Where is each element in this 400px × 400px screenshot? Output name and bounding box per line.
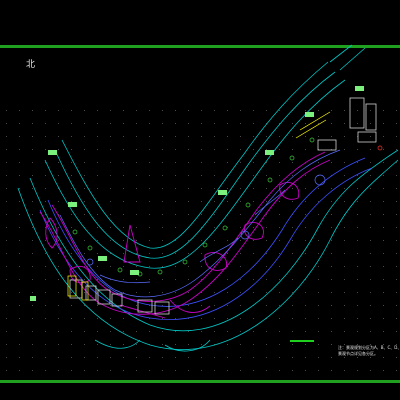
north-label: 北 [26, 60, 36, 70]
dot-grid [0, 110, 400, 375]
drawing-note: 注：景观规划分区为A、B、C、D、 景观节点详见各分区。 [338, 345, 400, 357]
cad-drawing-sheet: 北 注：景观规划分区为A、B、C、D、 景观节点详见各分区。 [0, 0, 400, 400]
note-line: 景观节点详见各分区。 [338, 351, 378, 356]
site-plan [0, 44, 400, 375]
scale-bar [290, 340, 314, 342]
